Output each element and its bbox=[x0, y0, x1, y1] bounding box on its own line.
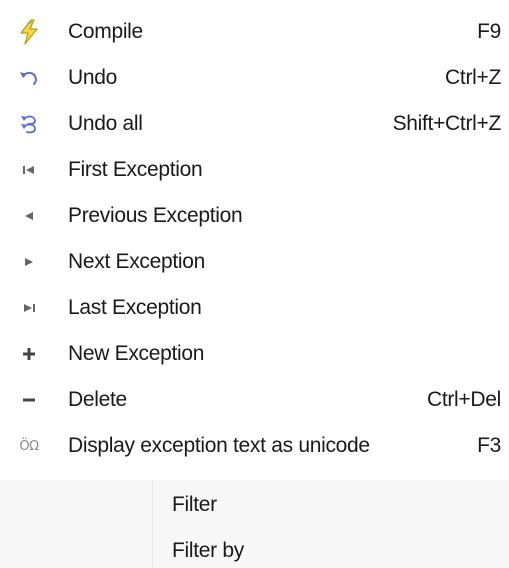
last-icon bbox=[10, 285, 48, 331]
menu-item-shortcut: Ctrl+Z bbox=[445, 66, 501, 89]
menu-item-label: Compile bbox=[68, 20, 143, 43]
menu-item-last-exception[interactable]: Last Exception bbox=[0, 285, 509, 331]
menu-item-new-exception[interactable]: New Exception bbox=[0, 331, 509, 377]
previous-icon bbox=[10, 193, 48, 239]
menu-item-filter[interactable]: Filter bbox=[172, 493, 217, 517]
menu-item-label: Next Exception bbox=[68, 250, 206, 273]
menu-item-undo-all[interactable]: Undo all Shift+Ctrl+Z bbox=[0, 101, 509, 147]
menu-item-label: Delete bbox=[68, 388, 127, 411]
lightning-compile-icon bbox=[10, 9, 48, 55]
menu-item-first-exception[interactable]: First Exception bbox=[0, 147, 509, 193]
menu-item-label: New Exception bbox=[68, 342, 205, 365]
menu-item-previous-exception[interactable]: Previous Exception bbox=[0, 193, 509, 239]
undo-icon bbox=[10, 55, 48, 101]
menu-item-display-unicode[interactable]: ÖΩ Display exception text as unicode F3 bbox=[0, 423, 509, 469]
next-icon bbox=[10, 239, 48, 285]
menu-item-label: Previous Exception bbox=[68, 204, 243, 227]
menu-item-label: Last Exception bbox=[68, 296, 202, 319]
submenu-divider bbox=[152, 480, 153, 568]
unicode-icon-glyphs: ÖΩ bbox=[19, 438, 39, 454]
menu-item-next-exception[interactable]: Next Exception bbox=[0, 239, 509, 285]
menu-item-label: Display exception text as unicode bbox=[68, 434, 370, 457]
menu-item-delete[interactable]: Delete Ctrl+Del bbox=[0, 377, 509, 423]
submenu-area: Filter Filter by bbox=[0, 480, 509, 568]
first-icon bbox=[10, 147, 48, 193]
menu-item-label: Undo bbox=[68, 66, 118, 89]
menu-item-label: Undo all bbox=[68, 112, 143, 135]
unicode-icon: ÖΩ bbox=[10, 423, 48, 469]
menu-item-shortcut: Ctrl+Del bbox=[426, 388, 501, 411]
menu-item-filter-by[interactable]: Filter by bbox=[172, 539, 244, 563]
plus-icon bbox=[10, 331, 48, 377]
context-menu: Compile F9 Undo Ctrl+Z Undo all Shift+Ct… bbox=[0, 0, 509, 568]
menu-item-compile[interactable]: Compile F9 bbox=[0, 9, 509, 55]
menu-item-label: First Exception bbox=[68, 158, 203, 181]
menu-item-shortcut: F9 bbox=[477, 20, 501, 43]
minus-icon bbox=[10, 377, 48, 423]
menu-item-shortcut: F3 bbox=[477, 434, 501, 457]
menu-item-undo[interactable]: Undo Ctrl+Z bbox=[0, 55, 509, 101]
undo-all-icon bbox=[10, 101, 48, 147]
menu-item-shortcut: Shift+Ctrl+Z bbox=[392, 112, 502, 135]
